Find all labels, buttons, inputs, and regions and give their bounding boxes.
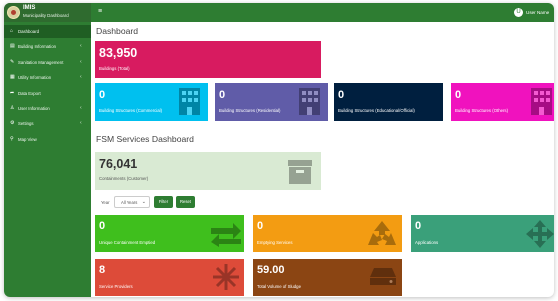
top-navbar: ≡ U User Name xyxy=(91,3,554,22)
applications-card[interactable]: 0 Applications xyxy=(411,215,554,252)
sidebar-item-building-information[interactable]: ▤ Building Information ‹ xyxy=(4,40,91,53)
card-value: 8 xyxy=(99,264,106,276)
brand-name: IMIS xyxy=(23,5,36,11)
chevron-left-icon: ‹ xyxy=(80,105,82,111)
card-value: 0 xyxy=(219,89,226,101)
sludge-volume-card[interactable]: 59.00 Total Volume of Sludge xyxy=(253,259,402,296)
arrows-move-icon xyxy=(526,220,554,248)
users-icon: ♙ xyxy=(10,105,15,111)
gear-icon: ⚙ xyxy=(10,120,15,126)
sidebar-item-label: Building Information xyxy=(18,44,56,49)
containments-card[interactable]: 76,041 Containments (Customer) xyxy=(95,152,321,190)
user-name[interactable]: User Name xyxy=(526,10,549,15)
commercial-structures-card[interactable]: 0 Building Structures (Commercial) xyxy=(95,83,208,121)
wrench-icon: ✎ xyxy=(10,59,15,65)
filter-button[interactable]: Filter xyxy=(154,196,173,208)
buildings-total-card[interactable]: 83,950 Buildings (Total) xyxy=(95,41,321,78)
card-value: 59.00 xyxy=(257,264,285,276)
card-label: Applications xyxy=(415,240,439,245)
service-providers-card[interactable]: 8 Service Providers xyxy=(95,259,244,296)
residential-structures-card[interactable]: 0 Building Structures (Residential) xyxy=(215,83,328,121)
card-label: Containments (Customer) xyxy=(99,176,149,181)
sidebar-item-label: Sanitation Management xyxy=(18,60,64,65)
emptying-services-card[interactable]: 0 Emptying Services xyxy=(253,215,402,252)
building-icon xyxy=(179,88,200,115)
sidebar-item-data-export[interactable]: ➦ Data Export xyxy=(4,87,91,100)
hard-drive-icon xyxy=(370,268,396,285)
card-label: Buildings (Total) xyxy=(99,66,130,71)
table-icon: ▦ xyxy=(10,74,15,80)
recycle-icon xyxy=(368,221,396,245)
chevron-down-icon: ⌄ xyxy=(141,199,146,205)
building-icon xyxy=(531,88,552,115)
sidebar-item-dashboard[interactable]: ⌂ Dashboard xyxy=(4,25,91,38)
card-value: 0 xyxy=(99,220,106,232)
user-avatar[interactable]: U xyxy=(514,8,523,17)
sidebar-item-settings[interactable]: ⚙ Settings ‹ xyxy=(4,117,91,130)
page-title: Dashboard xyxy=(96,26,139,36)
sidebar-item-map-view[interactable]: ⚲ Map View xyxy=(4,133,91,146)
containment-emptied-card[interactable]: 0 Unique Containment Emptied xyxy=(95,215,244,252)
chevron-left-icon: ‹ xyxy=(80,59,82,65)
sidebar-item-user-information[interactable]: ♙ User Information ‹ xyxy=(4,102,91,115)
sidebar-item-label: Map View xyxy=(18,137,37,142)
sidebar: IMIS Municipality Dashboard ⌂ Dashboard … xyxy=(4,3,91,297)
other-structures-card[interactable]: 0 Building Structures (Others) xyxy=(451,83,554,121)
menu-toggle-icon[interactable]: ≡ xyxy=(98,8,102,15)
card-label: Total Volume of Sludge xyxy=(257,284,301,289)
snowflake-icon xyxy=(213,264,239,290)
dashboard-icon: ⌂ xyxy=(10,28,14,34)
card-value: 83,950 xyxy=(99,46,138,60)
card-label: Service Providers xyxy=(99,284,133,289)
fsm-section-title: FSM Services Dashboard xyxy=(96,134,194,144)
exchange-icon xyxy=(211,223,241,247)
sidebar-item-utility-information[interactable]: ▦ Utility Information ‹ xyxy=(4,71,91,84)
card-value: 0 xyxy=(257,220,264,232)
sidebar-item-label: Settings xyxy=(18,121,34,126)
card-value: 0 xyxy=(455,89,462,101)
building-icon xyxy=(299,88,320,115)
building-icon: ▤ xyxy=(10,43,15,49)
card-value: 76,041 xyxy=(99,157,138,171)
card-label: Building Structures (Others) xyxy=(455,108,509,113)
archive-icon xyxy=(288,160,312,184)
brand-subtitle: Municipality Dashboard xyxy=(23,13,69,18)
card-label: Unique Containment Emptied xyxy=(99,240,156,245)
card-value: 0 xyxy=(415,220,422,232)
brand-header[interactable]: IMIS Municipality Dashboard xyxy=(4,3,91,22)
app-window: IMIS Municipality Dashboard ⌂ Dashboard … xyxy=(4,3,554,297)
educational-structures-card[interactable]: 0 Building Structures (Educational/Offic… xyxy=(334,83,443,121)
chevron-left-icon: ‹ xyxy=(80,43,82,49)
municipality-logo xyxy=(7,6,20,19)
card-value: 0 xyxy=(338,89,345,101)
chevron-left-icon: ‹ xyxy=(80,74,82,80)
sidebar-item-label: Dashboard xyxy=(18,29,40,34)
sidebar-item-label: Data Export xyxy=(18,91,41,96)
card-value: 0 xyxy=(99,89,106,101)
sidebar-item-label: User Information xyxy=(18,106,50,111)
map-pin-icon: ⚲ xyxy=(10,136,14,142)
reset-button[interactable]: Reset xyxy=(176,196,195,208)
export-icon: ➦ xyxy=(10,90,15,96)
chevron-left-icon: ‹ xyxy=(80,120,82,126)
year-filter-label: Year xyxy=(101,200,110,205)
sidebar-item-label: Utility Information xyxy=(18,75,52,80)
year-select[interactable]: All Years ⌄ xyxy=(114,196,150,208)
sidebar-item-sanitation-management[interactable]: ✎ Sanitation Management ‹ xyxy=(4,56,91,69)
card-label: Building Structures (Commercial) xyxy=(99,108,163,113)
card-label: Emptying Services xyxy=(257,240,293,245)
year-select-value: All Years xyxy=(121,200,138,205)
card-label: Building Structures (Residential) xyxy=(219,108,281,113)
card-label: Building Structures (Educational/Officia… xyxy=(338,108,415,113)
